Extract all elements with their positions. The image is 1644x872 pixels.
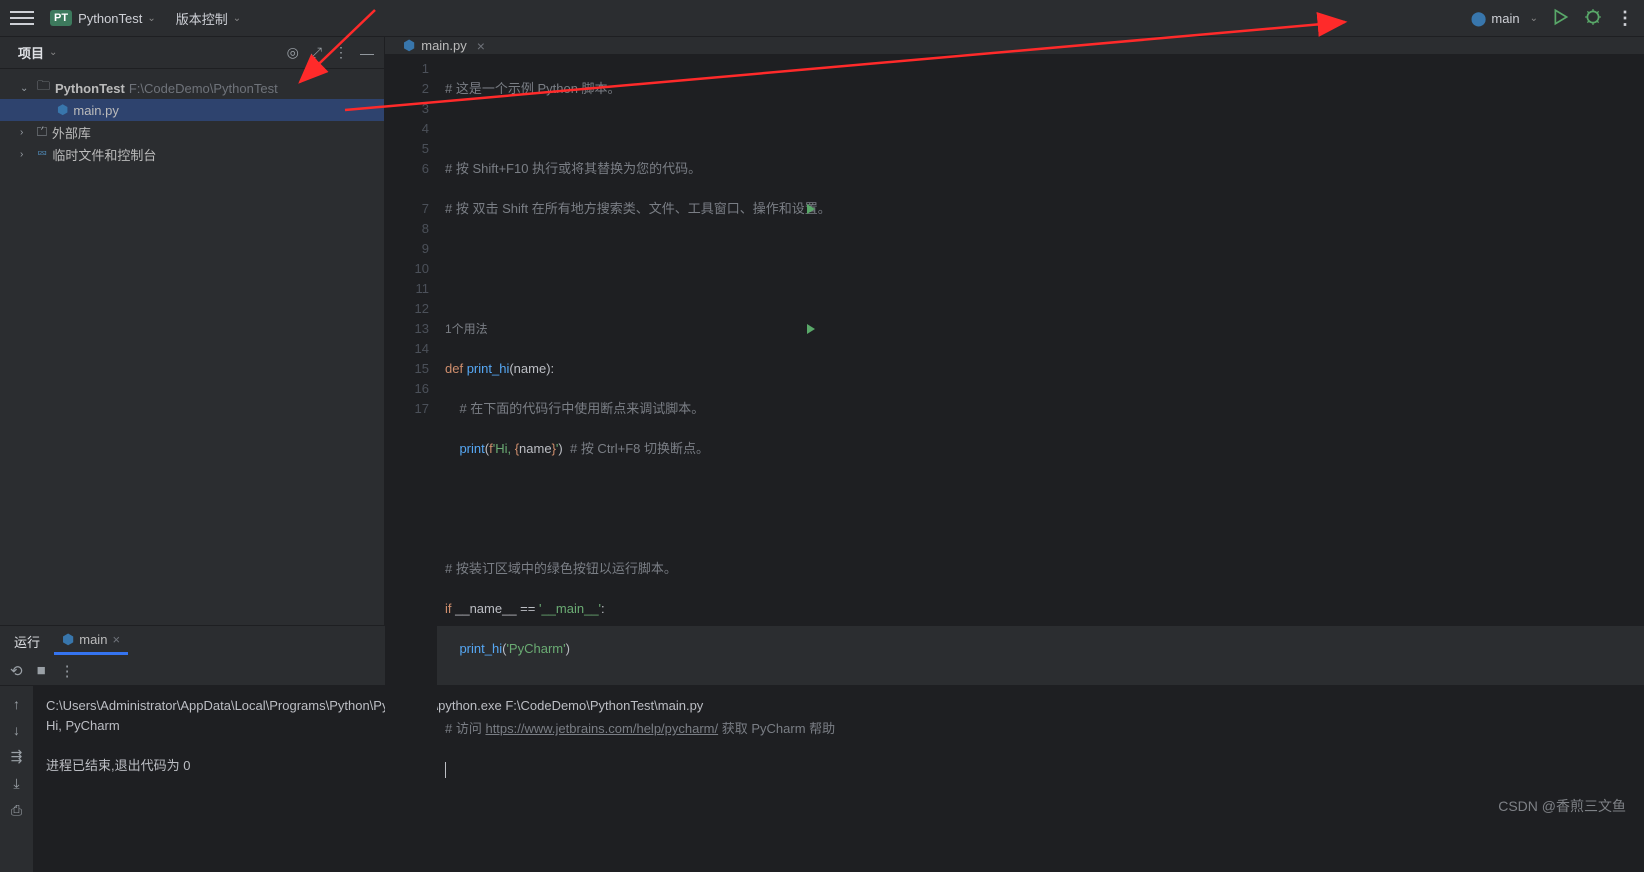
collapse-icon[interactable]: ⋮ bbox=[334, 44, 348, 61]
tree-root[interactable]: ⌄ 🗀 PythonTest F:\CodeDemo\PythonTest bbox=[0, 77, 384, 99]
project-root-path: F:\CodeDemo\PythonTest bbox=[129, 81, 278, 96]
main-menu-icon[interactable] bbox=[10, 6, 34, 30]
line-gutter: 1234567891011121314151617 bbox=[385, 55, 437, 819]
run-gutter-icon[interactable] bbox=[803, 319, 819, 339]
project-sidebar: 项目 ⌄ ◎ ⤢ ⋮ — ⌄ 🗀 PythonTest F:\CodeDemo\… bbox=[0, 37, 385, 625]
run-tool-label[interactable]: 运行 bbox=[14, 632, 40, 651]
project-root-name: PythonTest bbox=[55, 81, 125, 96]
expand-icon[interactable]: ⤢ bbox=[311, 44, 322, 61]
scroll-end-icon[interactable]: ⤓ bbox=[13, 775, 19, 792]
python-icon: ⬤ bbox=[1471, 10, 1487, 27]
chevron-down-icon[interactable]: ⌄ bbox=[147, 13, 155, 24]
file-name: main.py bbox=[73, 103, 119, 118]
editor-tab-main[interactable]: ⬢ main.py × bbox=[395, 37, 493, 54]
library-icon: ⏍ bbox=[37, 124, 47, 140]
text-cursor bbox=[445, 762, 446, 778]
project-badge[interactable]: PT bbox=[50, 10, 72, 26]
close-run-tab-icon[interactable]: × bbox=[112, 632, 120, 647]
project-tree: ⌄ 🗀 PythonTest F:\CodeDemo\PythonTest ⬢ … bbox=[0, 69, 384, 173]
locate-icon[interactable]: ◎ bbox=[287, 44, 299, 61]
debug-button[interactable] bbox=[1584, 8, 1602, 29]
chevron-down-icon[interactable]: ⌄ bbox=[49, 47, 57, 58]
sidebar-title: 项目 bbox=[18, 43, 44, 62]
editor-tabs: ⬢ main.py × bbox=[385, 37, 1644, 55]
top-bar: PT PythonTest ⌄ 版本控制 ⌄ ⬤ main ⌄ ⋮ bbox=[0, 0, 1644, 37]
more-console-icon[interactable]: ⋮ bbox=[60, 662, 75, 680]
scratches-label: 临时文件和控制台 bbox=[52, 145, 156, 164]
soft-wrap-icon[interactable]: ⇶ bbox=[11, 748, 23, 765]
console-side-toolbar: ↑ ↓ ⇶ ⤓ ⎙ bbox=[0, 686, 34, 872]
sidebar-header: 项目 ⌄ ◎ ⤢ ⋮ — bbox=[0, 37, 384, 69]
vcs-menu[interactable]: 版本控制 bbox=[176, 9, 228, 28]
print-icon[interactable]: ⎙ bbox=[11, 802, 22, 819]
tree-external-libs[interactable]: › ⏍ 外部库 bbox=[0, 121, 384, 143]
scroll-up-icon[interactable]: ↑ bbox=[13, 696, 20, 712]
run-gutter-icon[interactable] bbox=[803, 199, 819, 219]
chevron-down-icon: ⌄ bbox=[1530, 13, 1538, 24]
run-button[interactable] bbox=[1552, 8, 1570, 29]
run-config-selector[interactable]: ⬤ main ⌄ bbox=[1471, 10, 1538, 27]
close-tab-icon[interactable]: × bbox=[477, 38, 485, 54]
python-icon: ⬢ bbox=[62, 631, 74, 648]
tree-scratches[interactable]: › ⮹ 临时文件和控制台 bbox=[0, 143, 384, 165]
tree-file-main[interactable]: ⬢ main.py bbox=[0, 99, 384, 121]
project-name[interactable]: PythonTest bbox=[78, 11, 142, 26]
stop-icon[interactable]: ■ bbox=[37, 662, 46, 679]
watermark: CSDN @香煎三文鱼 bbox=[1498, 796, 1626, 816]
python-file-icon: ⬢ bbox=[57, 102, 68, 118]
gutter-icons bbox=[803, 55, 819, 339]
code-editor[interactable]: 1234567891011121314151617 # 这是一个示例 Pytho… bbox=[385, 55, 1644, 819]
chevron-down-icon: ⌄ bbox=[20, 83, 32, 94]
more-actions-icon[interactable]: ⋮ bbox=[1616, 8, 1634, 29]
usage-inlay[interactable]: 1个用法 bbox=[445, 322, 488, 336]
scratch-icon: ⮹ bbox=[37, 146, 47, 162]
chevron-right-icon: › bbox=[20, 127, 32, 138]
scroll-down-icon[interactable]: ↓ bbox=[13, 722, 20, 738]
external-libs-label: 外部库 bbox=[52, 123, 91, 142]
editor-area: ⬢ main.py × 1234567891011121314151617 # … bbox=[385, 37, 1644, 625]
chevron-right-icon: › bbox=[20, 149, 32, 160]
run-tab-main[interactable]: ⬢ main × bbox=[54, 627, 128, 655]
chevron-down-icon[interactable]: ⌄ bbox=[233, 13, 241, 24]
run-config-name: main bbox=[1491, 11, 1519, 26]
folder-icon: 🗀 bbox=[37, 77, 50, 99]
run-tab-name: main bbox=[79, 632, 107, 647]
tab-title: main.py bbox=[421, 38, 467, 53]
hide-icon[interactable]: — bbox=[360, 45, 374, 61]
source-code[interactable]: # 这是一个示例 Python 脚本。 # 按 Shift+F10 执行或将其替… bbox=[437, 55, 835, 819]
rerun-icon[interactable]: ⟲ bbox=[10, 662, 23, 680]
python-file-icon: ⬢ bbox=[403, 37, 415, 54]
